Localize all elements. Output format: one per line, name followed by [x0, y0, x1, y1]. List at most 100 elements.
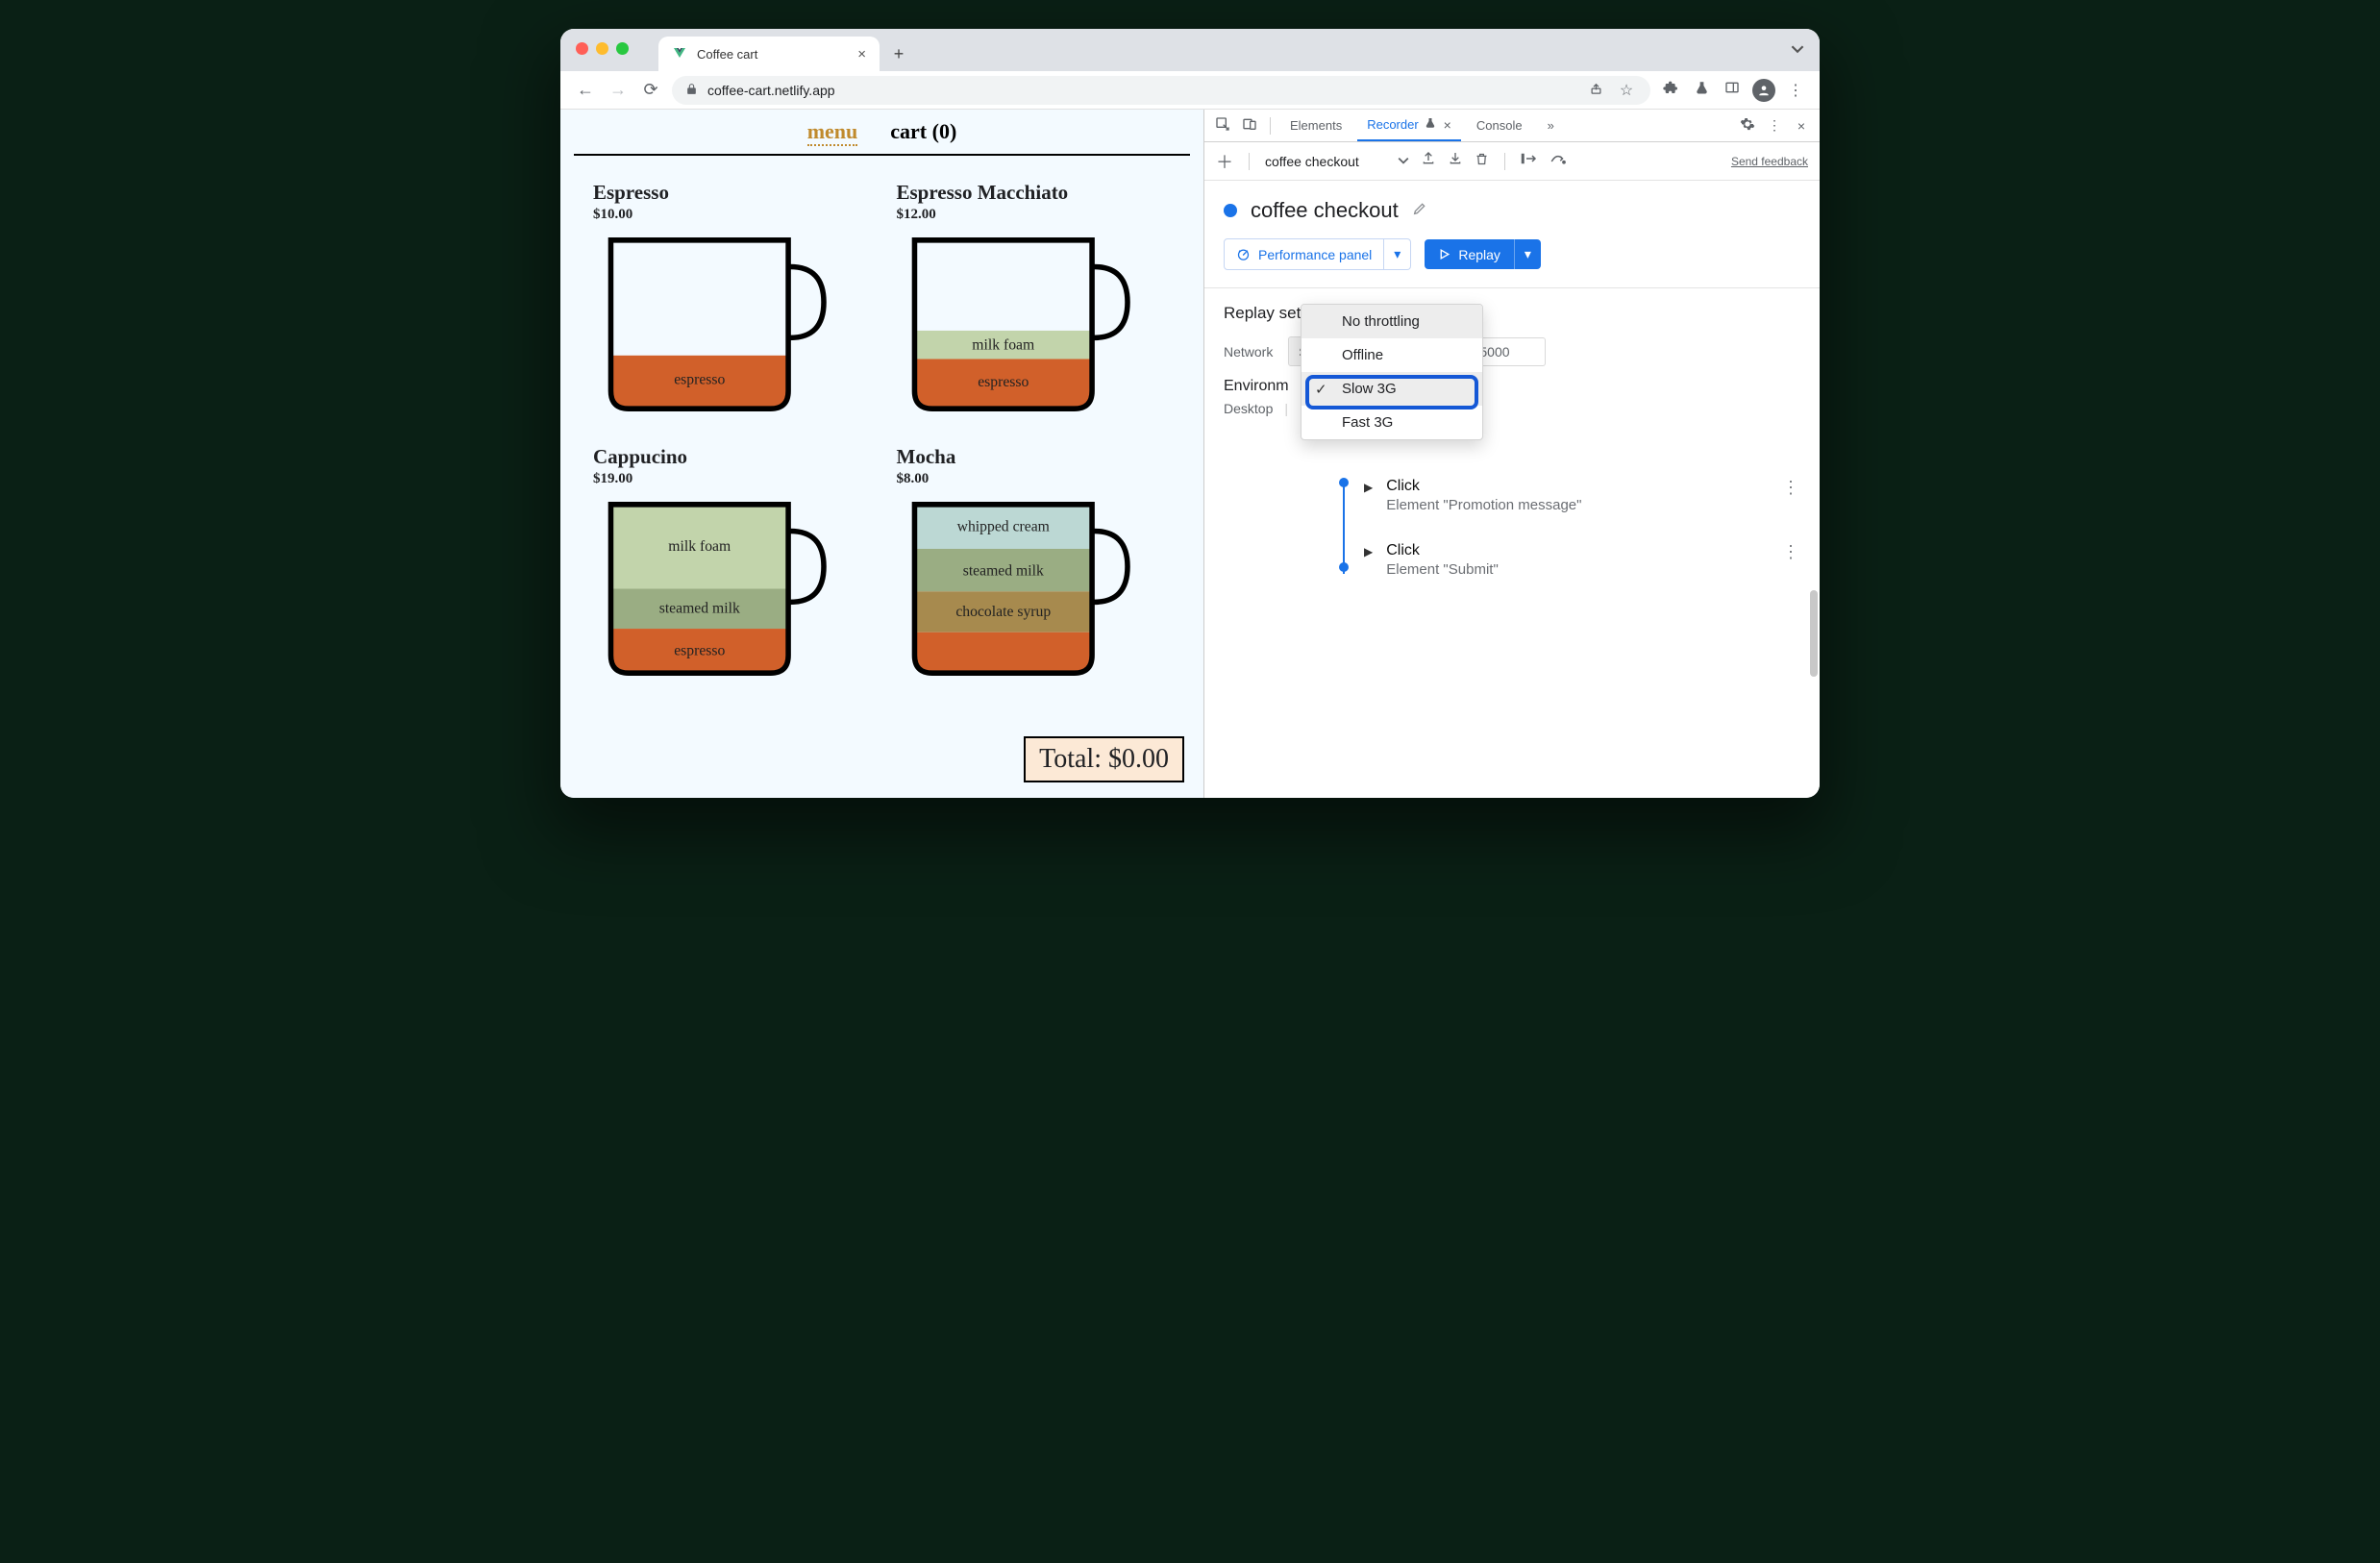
timeline-dot-icon — [1339, 478, 1349, 487]
window-controls — [576, 42, 629, 55]
tabs-overflow[interactable]: » — [1538, 110, 1564, 141]
share-icon[interactable] — [1585, 81, 1606, 100]
nav-cart-link[interactable]: cart (0) — [890, 119, 956, 146]
timeline-line — [1343, 480, 1345, 574]
devtools-tabs: Elements Recorder × Console » ⋮ — [1204, 110, 1820, 142]
window-close[interactable] — [576, 42, 588, 55]
svg-text:espresso: espresso — [978, 374, 1029, 390]
step-over-icon[interactable] — [1521, 151, 1538, 171]
page-nav: menu cart (0) — [560, 110, 1203, 154]
step-subtitle: Element "Submit" — [1386, 561, 1769, 578]
network-dropdown-menu: No throttling Offline ✓ Slow 3G Fast 3G — [1301, 304, 1483, 440]
tab-console[interactable]: Console — [1467, 110, 1532, 141]
recording-selector[interactable]: coffee checkout — [1265, 154, 1409, 169]
send-feedback-link[interactable]: Send feedback — [1731, 155, 1808, 168]
check-icon: ✓ — [1315, 381, 1327, 398]
performance-panel-button[interactable]: Performance panel — [1224, 238, 1384, 270]
tab-elements[interactable]: Elements — [1280, 110, 1351, 141]
product-espresso[interactable]: Espresso $10.00 espresso — [593, 181, 868, 418]
url-text: coffee-cart.netlify.app — [707, 83, 835, 98]
forward-button[interactable]: → — [607, 80, 630, 100]
address-bar[interactable]: coffee-cart.netlify.app ☆ — [672, 76, 1650, 105]
svg-text:chocolate syrup: chocolate syrup — [955, 604, 1051, 620]
beaker-icon — [1425, 117, 1436, 132]
webpage-content: menu cart (0) Espresso $10.00 — [560, 110, 1204, 798]
window-minimize[interactable] — [596, 42, 608, 55]
edit-title-icon[interactable] — [1412, 201, 1427, 221]
svg-text:steamed milk: steamed milk — [962, 563, 1043, 580]
product-price: $10.00 — [593, 207, 868, 223]
svg-text:whipped cream: whipped cream — [956, 519, 1049, 535]
product-price: $12.00 — [897, 207, 1172, 223]
window-maximize[interactable] — [616, 42, 629, 55]
step-title: Click — [1386, 478, 1769, 495]
step-row[interactable]: ▶ Click Element "Promotion message" ⋮ — [1329, 478, 1800, 513]
expand-triangle-icon[interactable]: ▶ — [1364, 545, 1373, 558]
replay-button-group: Replay ▾ — [1425, 239, 1541, 269]
recording-name: coffee checkout — [1265, 154, 1359, 169]
side-panel-icon[interactable] — [1722, 80, 1743, 100]
browser-toolbar: ← → ⟳ coffee-cart.netlify.app ☆ — [560, 71, 1820, 110]
svg-text:milk foam: milk foam — [668, 538, 731, 555]
product-price: $8.00 — [897, 471, 1172, 487]
tab-close-icon[interactable]: × — [857, 46, 866, 62]
back-button[interactable]: ← — [574, 80, 597, 100]
product-espresso-macchiato[interactable]: Espresso Macchiato $12.00 milk foam — [897, 181, 1172, 418]
tab-recorder[interactable]: Recorder × — [1357, 110, 1461, 141]
recording-title: coffee checkout — [1251, 198, 1399, 223]
replay-button[interactable]: Replay — [1425, 239, 1514, 269]
extensions-icon[interactable] — [1660, 80, 1681, 100]
close-tab-icon[interactable]: × — [1444, 117, 1451, 133]
device-toolbar-icon[interactable] — [1239, 116, 1260, 135]
recording-dot-icon — [1224, 204, 1237, 217]
devtools-panel: Elements Recorder × Console » ⋮ — [1204, 110, 1820, 798]
delete-icon[interactable] — [1475, 152, 1489, 171]
recorder-body: coffee checkout Performance panel ▾ — [1204, 181, 1820, 798]
devtools-settings-icon[interactable] — [1737, 116, 1758, 135]
devtools-close-icon[interactable]: × — [1791, 118, 1812, 134]
step-title: Click — [1386, 542, 1769, 559]
cart-total-badge[interactable]: Total: $0.00 — [1024, 736, 1184, 782]
devtools-menu-icon[interactable]: ⋮ — [1764, 117, 1785, 134]
new-tab-button[interactable]: + — [885, 40, 912, 67]
product-cappucino[interactable]: Cappucino $19.00 milk foam steame — [593, 445, 868, 682]
network-option-no-throttling[interactable]: No throttling — [1302, 305, 1482, 338]
browser-window: Coffee cart × + ← → ⟳ coffee-cart.netlif… — [560, 29, 1820, 798]
performance-panel-dropdown[interactable]: ▾ — [1384, 238, 1411, 270]
inspect-element-icon[interactable] — [1212, 116, 1233, 135]
svg-text:espresso: espresso — [674, 371, 725, 387]
chrome-menu-icon[interactable]: ⋮ — [1785, 81, 1806, 100]
network-option-offline[interactable]: Offline — [1302, 338, 1482, 372]
desktop-label: Desktop — [1224, 401, 1273, 416]
timeline-dot-icon — [1339, 562, 1349, 572]
profile-avatar-icon[interactable] — [1752, 79, 1775, 102]
svg-text:milk foam: milk foam — [972, 336, 1034, 353]
step-menu-icon[interactable]: ⋮ — [1782, 478, 1800, 498]
step-menu-icon[interactable]: ⋮ — [1782, 542, 1800, 562]
bookmark-star-icon[interactable]: ☆ — [1616, 81, 1637, 100]
reload-button[interactable]: ⟳ — [639, 80, 662, 100]
labs-icon[interactable] — [1691, 81, 1712, 100]
step-icon[interactable] — [1549, 151, 1567, 171]
nav-menu-link[interactable]: menu — [807, 119, 858, 146]
svg-text:espresso: espresso — [674, 643, 725, 659]
expand-triangle-icon[interactable]: ▶ — [1364, 481, 1373, 494]
step-row[interactable]: ▶ Click Element "Submit" ⋮ — [1329, 542, 1800, 578]
product-name: Espresso Macchiato — [897, 181, 1172, 205]
new-recording-button[interactable]: ＋ — [1216, 149, 1233, 174]
environment-label: Environm — [1224, 378, 1289, 395]
tabs-menu-chevron-icon[interactable] — [1791, 42, 1804, 59]
export-icon[interactable] — [1421, 151, 1436, 171]
network-option-slow-3g[interactable]: ✓ Slow 3G — [1302, 372, 1482, 406]
replay-dropdown[interactable]: ▾ — [1514, 239, 1541, 269]
scrollbar-thumb[interactable] — [1810, 590, 1818, 677]
tab-title: Coffee cart — [697, 47, 848, 62]
import-icon[interactable] — [1448, 151, 1463, 171]
product-mocha[interactable]: Mocha $8.00 whipped cream — [897, 445, 1172, 682]
network-option-fast-3g[interactable]: Fast 3G — [1302, 406, 1482, 439]
lock-icon — [685, 83, 698, 98]
cup-illustration: espresso — [593, 231, 824, 418]
product-name: Espresso — [593, 181, 868, 205]
product-name: Mocha — [897, 445, 1172, 469]
browser-tab[interactable]: Coffee cart × — [658, 37, 880, 71]
